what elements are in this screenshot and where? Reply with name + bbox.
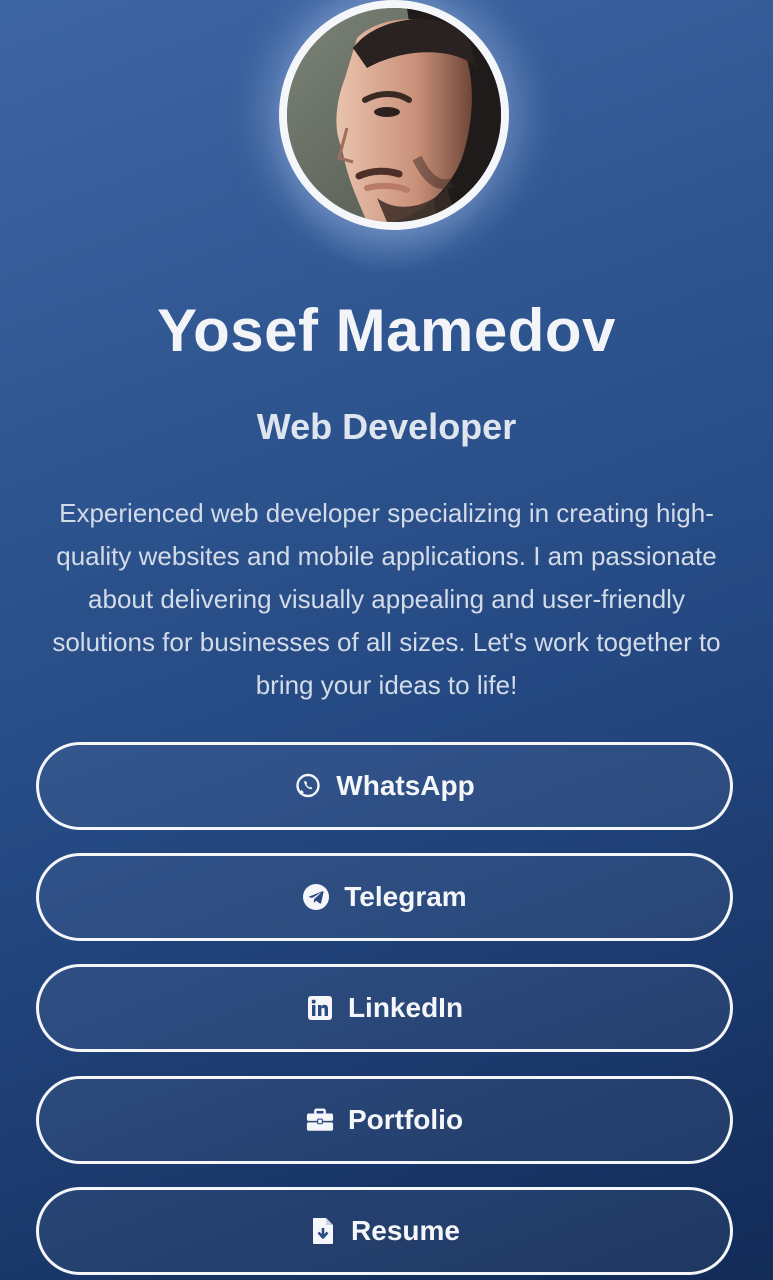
resume-label: Resume	[351, 1215, 460, 1246]
linkedin-icon	[306, 994, 334, 1022]
file-download-icon	[309, 1217, 337, 1245]
telegram-label: Telegram	[344, 881, 467, 912]
avatar-frame	[279, 0, 509, 230]
linkedin-button[interactable]: LinkedIn	[36, 964, 733, 1052]
portfolio-label: Portfolio	[347, 1104, 464, 1135]
linkedin-label: LinkedIn	[347, 992, 464, 1023]
profile-role: Web Developer	[256, 406, 517, 447]
whatsapp-icon	[294, 772, 322, 800]
profile-name: Yosef Mamedov	[157, 297, 616, 364]
telegram-icon	[302, 883, 330, 911]
profile-bio: Experienced web developer specializing i…	[52, 498, 721, 700]
avatar-portrait	[287, 8, 501, 222]
telegram-button[interactable]: Telegram	[36, 853, 733, 941]
whatsapp-label: WhatsApp	[336, 770, 475, 801]
portfolio-button[interactable]: Portfolio	[36, 1076, 733, 1164]
briefcase-icon	[306, 1106, 334, 1134]
resume-button[interactable]: Resume	[36, 1187, 733, 1275]
avatar	[287, 8, 501, 222]
whatsapp-button[interactable]: WhatsApp	[36, 742, 733, 830]
